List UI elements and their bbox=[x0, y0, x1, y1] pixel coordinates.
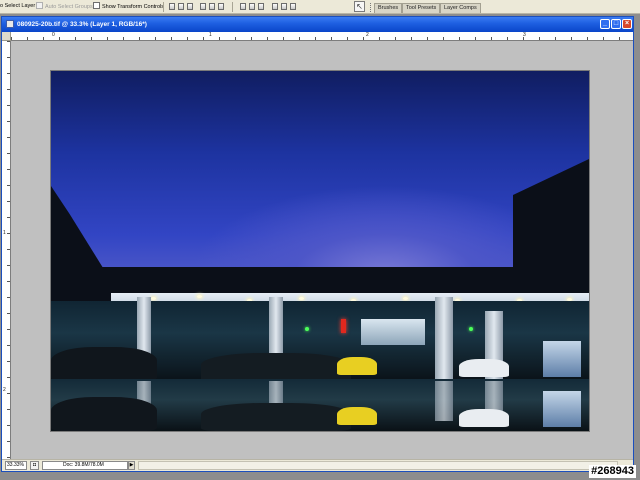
document-image[interactable] bbox=[51, 71, 589, 431]
car-yellow-taxi bbox=[337, 357, 377, 375]
toolbar-separator bbox=[163, 2, 164, 12]
car-dark-center bbox=[201, 403, 351, 431]
auto-select-layer-option[interactable]: o Select Layer bbox=[0, 2, 35, 11]
canopy-pillar bbox=[435, 381, 453, 421]
zoom-level-field[interactable]: 33.33% bbox=[5, 461, 27, 470]
document-title-bar[interactable]: 080925-20b.tif @ 33.3% (Layer 1, RGB/16*… bbox=[2, 17, 633, 32]
pump-island-sign bbox=[361, 319, 425, 345]
document-size-info: Doc: 39.8M/78.0M bbox=[42, 461, 128, 470]
green-light bbox=[305, 327, 309, 331]
fuel-pump bbox=[543, 391, 581, 427]
panel-tab-layer-comps[interactable]: Layer Comps bbox=[440, 3, 481, 13]
panel-tab-brushes[interactable]: Brushes bbox=[374, 3, 403, 13]
show-transform-controls-option[interactable]: Show Transform Controls bbox=[93, 2, 164, 11]
align-bottom-icon[interactable] bbox=[187, 3, 193, 10]
car-white bbox=[459, 359, 509, 377]
night-sky bbox=[51, 71, 589, 276]
car-yellow-taxi bbox=[337, 407, 377, 425]
distribute-bottom-icon[interactable] bbox=[258, 3, 264, 10]
image-id-tag: #268943 bbox=[589, 465, 636, 478]
auto-select-groups-checkbox[interactable] bbox=[36, 2, 43, 9]
panel-well-grip[interactable] bbox=[370, 3, 373, 12]
status-menu-button[interactable]: ◘ bbox=[30, 461, 39, 470]
panel-tab-tool-presets[interactable]: Tool Presets bbox=[402, 3, 441, 13]
canopy-pillar bbox=[435, 297, 453, 381]
canopy-light bbox=[151, 297, 156, 300]
ruler-label: 1 bbox=[3, 230, 6, 236]
align-right-icon[interactable] bbox=[218, 3, 224, 10]
align-horizontal-center-icon[interactable] bbox=[209, 3, 215, 10]
auto-select-layer-label: o Select Layer bbox=[0, 3, 36, 9]
auto-select-groups-label: Auto Select Groups bbox=[45, 4, 93, 10]
car-white bbox=[459, 409, 509, 427]
options-bar: o Select Layer Auto Select Groups Show T… bbox=[0, 0, 640, 14]
go-to-bridge-button[interactable]: ↖ bbox=[354, 1, 365, 12]
document-title: 080925-20b.tif @ 33.3% (Layer 1, RGB/16*… bbox=[17, 21, 147, 28]
minimize-button[interactable]: _ bbox=[600, 19, 610, 29]
document-icon bbox=[6, 20, 14, 28]
red-neon-sign bbox=[341, 319, 346, 333]
align-top-icon[interactable] bbox=[169, 3, 175, 10]
toolbar-separator bbox=[232, 2, 233, 12]
distribute-vertical-center-icon[interactable] bbox=[249, 3, 255, 10]
distribute-right-icon[interactable] bbox=[290, 3, 296, 10]
canopy-light bbox=[197, 295, 202, 298]
distribute-horizontal-center-icon[interactable] bbox=[281, 3, 287, 10]
car-dark-left bbox=[51, 347, 157, 381]
green-light bbox=[469, 327, 473, 331]
show-transform-controls-checkbox[interactable] bbox=[93, 2, 100, 9]
vertical-ruler[interactable]: 1 2 bbox=[2, 41, 11, 459]
canopy-light bbox=[403, 297, 408, 300]
distribute-left-icon[interactable] bbox=[272, 3, 278, 10]
document-status-icon: ◘ bbox=[32, 462, 37, 468]
show-transform-controls-label: Show Transform Controls bbox=[102, 4, 165, 10]
auto-select-groups-option[interactable]: Auto Select Groups bbox=[36, 2, 93, 11]
bridge-icon: ↖ bbox=[356, 2, 363, 11]
ruler-origin[interactable] bbox=[2, 32, 11, 41]
status-bar: 33.33% ◘ Doc: 39.8M/78.0M ▶ bbox=[2, 459, 633, 471]
ruler-label: 2 bbox=[366, 32, 369, 38]
canvas-area[interactable] bbox=[11, 41, 633, 459]
status-info-arrow-button[interactable]: ▶ bbox=[128, 461, 135, 470]
document-window: 080925-20b.tif @ 33.3% (Layer 1, RGB/16*… bbox=[1, 16, 634, 472]
align-vertical-center-icon[interactable] bbox=[178, 3, 184, 10]
horizontal-scrollbar[interactable] bbox=[138, 461, 618, 470]
canopy-light bbox=[299, 297, 304, 300]
ruler-label: 1 bbox=[209, 32, 212, 38]
close-button[interactable]: × bbox=[622, 19, 632, 29]
maximize-button[interactable]: □ bbox=[611, 19, 621, 29]
ruler-label: 3 bbox=[523, 32, 526, 38]
align-left-icon[interactable] bbox=[200, 3, 206, 10]
distribute-top-icon[interactable] bbox=[240, 3, 246, 10]
ruler-label: 2 bbox=[3, 387, 6, 393]
horizontal-ruler[interactable]: 0 1 2 3 bbox=[11, 32, 633, 41]
fuel-pump bbox=[543, 341, 581, 377]
car-dark-left bbox=[51, 397, 157, 431]
ruler-label: 0 bbox=[52, 32, 55, 38]
